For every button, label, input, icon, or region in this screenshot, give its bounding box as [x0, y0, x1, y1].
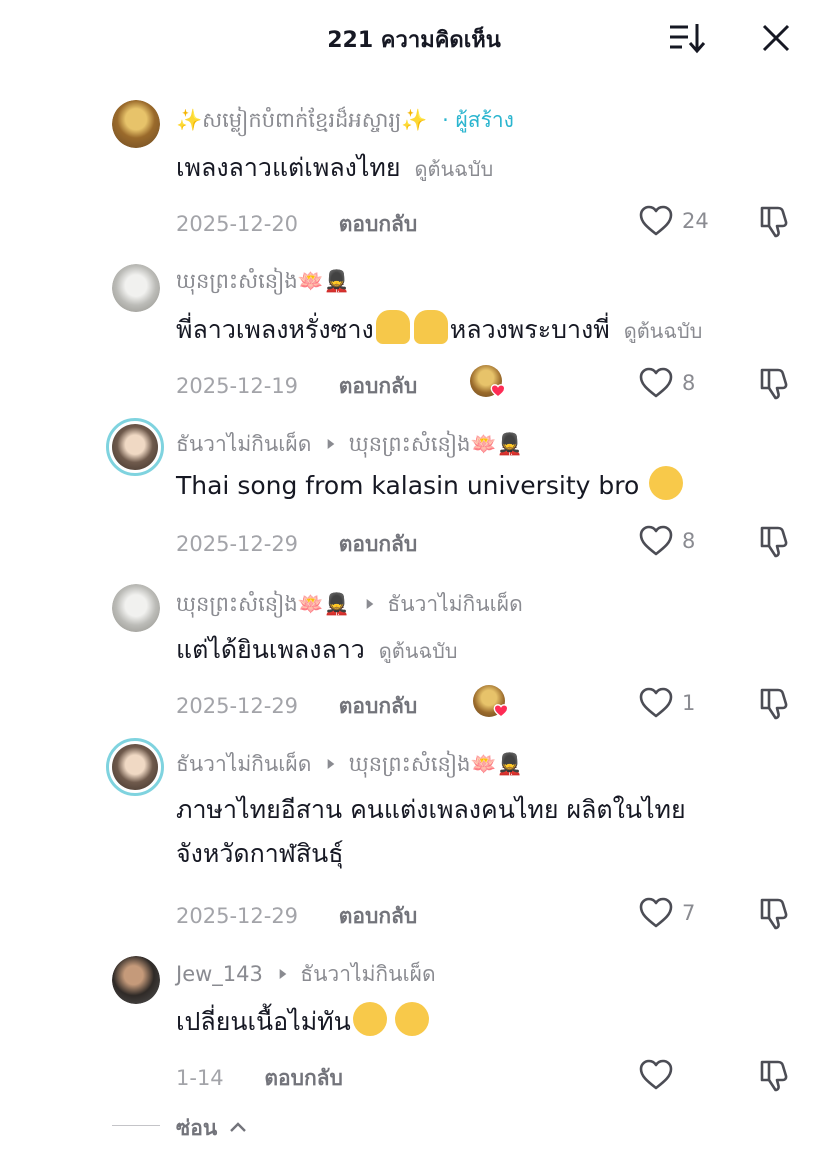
close-button[interactable]	[758, 20, 794, 56]
avatar[interactable]	[106, 418, 164, 476]
comment-text: หลวงพระบางพี่	[449, 315, 610, 344]
comment-date: 2025-12-29	[176, 694, 299, 718]
thumbs-down-icon[interactable]	[756, 202, 794, 240]
like-count: 7	[682, 901, 696, 925]
comment-date: 1-14	[176, 1066, 224, 1090]
praying-hands-emoji	[375, 310, 410, 344]
heart-outline-icon	[638, 365, 674, 401]
reply-button[interactable]: ตอบกลับ	[339, 374, 418, 398]
thumbs-down-icon[interactable]	[756, 1056, 794, 1094]
caret-right-icon	[278, 967, 288, 981]
comment-username[interactable]: ธันวาไม่กินเผ็ด	[176, 752, 311, 776]
sort-button[interactable]	[668, 20, 708, 56]
comment-date: 2025-12-29	[176, 532, 299, 556]
caret-right-icon	[326, 757, 336, 771]
avatar[interactable]	[112, 584, 160, 632]
thumbs-down-icon[interactable]	[756, 894, 794, 932]
avatar[interactable]	[112, 264, 160, 312]
like-button[interactable]: 7	[638, 895, 695, 931]
heart-outline-icon	[638, 203, 674, 239]
reply-button[interactable]: ตอบกลับ	[264, 1066, 343, 1090]
like-button[interactable]: 1	[638, 685, 695, 721]
laughing-emoji	[649, 466, 684, 500]
heart-outline-icon	[638, 1057, 674, 1093]
hide-replies-button[interactable]: ซ่อน	[176, 1112, 247, 1145]
reply-button[interactable]: ตอบกลับ	[339, 694, 418, 718]
heart-outline-icon	[638, 685, 674, 721]
like-button[interactable]: 24	[638, 203, 709, 239]
heart-outline-icon	[638, 523, 674, 559]
caret-right-icon	[365, 597, 375, 611]
like-button[interactable]: 8	[638, 523, 695, 559]
comment-date: 2025-12-29	[176, 904, 299, 928]
divider	[112, 1125, 160, 1126]
comment-username[interactable]: ឃុនព្រះសំនៀង🪷💂	[176, 269, 350, 293]
see-original-link[interactable]: ดูต้นฉบับ	[415, 157, 494, 181]
avatar[interactable]	[112, 100, 160, 148]
comment-text: Thai song from kalasin university bro	[176, 471, 640, 500]
like-count: 1	[682, 691, 696, 715]
heart-outline-icon	[638, 895, 674, 931]
comment-text: เปลี่ยนเนื้อไม่ทัน	[176, 1007, 351, 1036]
reply-button[interactable]: ตอบกลับ	[339, 212, 418, 236]
heart-filled-icon	[490, 384, 506, 398]
caret-right-icon	[326, 437, 336, 451]
close-icon	[762, 24, 790, 52]
comment-date: 2025-12-19	[176, 374, 299, 398]
reply-button[interactable]: ตอบกลับ	[339, 532, 418, 556]
reply-to-username[interactable]: ธันวาไม่กินเผ็ด	[387, 592, 522, 616]
thumbs-down-icon[interactable]	[756, 684, 794, 722]
comment-text: จังหวัดกาฬสินธุ์	[176, 839, 344, 868]
comment-text: เพลงลาวแต่เพลงไทย	[176, 153, 401, 182]
reply-to-username[interactable]: ธันวาไม่กินเผ็ด	[300, 962, 435, 986]
comment-username[interactable]: ✨សម្លៀកបំពាក់ខ្មែរដ៏អស្ចារ្យ✨	[176, 108, 427, 132]
thumbs-down-icon[interactable]	[756, 364, 794, 402]
like-count: 8	[682, 529, 696, 553]
comments-header: 221 ความคิดเห็น	[0, 0, 828, 76]
heart-filled-icon	[493, 704, 509, 718]
like-count: 8	[682, 371, 696, 395]
thumbs-down-icon[interactable]	[756, 522, 794, 560]
comment-text: พี่ลาวเพลงหรั่งซาง	[176, 315, 374, 344]
sort-icon	[670, 24, 706, 54]
grinning-emoji	[394, 1002, 429, 1036]
creator-badge: · ผู้สร้าง	[442, 108, 514, 132]
avatar[interactable]	[112, 956, 160, 1004]
hide-replies-label: ซ่อน	[176, 1116, 218, 1140]
creator-liked-badge	[473, 685, 509, 719]
comment-username[interactable]: ธันวาไม่กินเผ็ด	[176, 432, 311, 456]
see-original-link[interactable]: ดูต้นฉบับ	[624, 319, 703, 343]
like-button[interactable]	[638, 1057, 682, 1093]
praying-hands-emoji	[413, 310, 448, 344]
comment-username[interactable]: ឃុនព្រះសំនៀង🪷💂	[176, 592, 350, 616]
like-button[interactable]: 8	[638, 365, 695, 401]
hide-replies-row: ซ่อน	[0, 1108, 828, 1144]
comment-text: แต่ได้ยินเพลงลาว	[176, 635, 365, 664]
reply-to-username[interactable]: ឃុនព្រះសំនៀង🪷💂	[349, 752, 523, 776]
creator-liked-badge	[470, 365, 506, 399]
comment-date: 2025-12-20	[176, 212, 299, 236]
avatar[interactable]	[106, 738, 164, 796]
comment-username[interactable]: Jew_143	[176, 962, 263, 986]
reply-to-username[interactable]: ឃុនព្រះសំនៀង🪷💂	[349, 432, 523, 456]
chevron-up-icon	[229, 1122, 246, 1132]
see-original-link[interactable]: ดูต้นฉบับ	[379, 639, 458, 663]
like-count: 24	[682, 209, 709, 233]
grinning-emoji	[352, 1002, 387, 1036]
reply-button[interactable]: ตอบกลับ	[339, 904, 418, 928]
comment-text: ภาษาไทยอีสาน คนแต่งเพลงคนไทย ผลิตในไทย	[176, 795, 686, 824]
